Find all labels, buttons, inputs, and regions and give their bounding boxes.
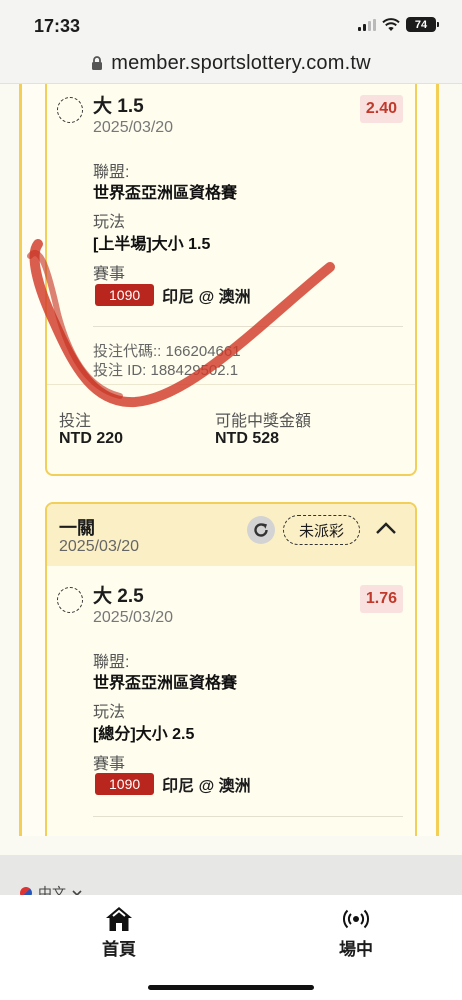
match-id-badge: 1090	[95, 773, 155, 795]
stake-value: NTD 220	[59, 430, 124, 447]
status-bar: 17:33 74	[0, 0, 462, 44]
market-label: 玩法	[93, 214, 126, 231]
radio-icon[interactable]	[57, 97, 83, 123]
url-bar[interactable]: member.sportslottery.com.tw	[0, 44, 462, 84]
live-icon	[343, 909, 369, 929]
status-time: 17:33	[34, 16, 81, 36]
selection-name: 大 1.5	[93, 96, 144, 117]
bet-selection[interactable]: 大 1.5 2025/03/20	[57, 96, 173, 138]
refresh-icon	[254, 523, 268, 537]
market-value: [總分]大小 2.5	[93, 726, 195, 743]
wifi-icon	[382, 17, 400, 31]
match-row: 1090 印尼 @ 澳洲	[95, 283, 251, 307]
language-selector[interactable]: 中文	[20, 883, 82, 895]
signal-icon	[358, 18, 376, 31]
match-row: 1090 印尼 @ 澳洲	[95, 772, 251, 796]
tab-home-label: 首頁	[102, 940, 136, 959]
screen: 17:33 74 member.sportslottery.com.tw 大 1…	[0, 0, 462, 1000]
league-value: 世界盃亞洲區資格賽	[93, 675, 238, 692]
selection-date: 2025/03/20	[93, 119, 174, 136]
selection-date: 2025/03/20	[93, 609, 174, 626]
bet-card: 大 1.5 2025/03/20 2.40 聯盟: 世界盃亞洲區資格賽 玩法 […	[45, 84, 417, 476]
market-value: [上半場]大小 1.5	[93, 236, 211, 253]
tab-live[interactable]: 場中	[339, 905, 373, 960]
match-name: 印尼 @ 澳洲	[162, 289, 251, 306]
stake-summary: 投注 NTD 220 可能中獎金額 NTD 528	[47, 384, 415, 464]
radio-icon[interactable]	[57, 587, 83, 613]
market-label: 玩法	[93, 704, 126, 721]
stake-label: 投注	[59, 413, 92, 430]
payout-status-badge: 未派彩	[283, 515, 361, 545]
refresh-button[interactable]	[247, 516, 275, 544]
chevron-up-icon[interactable]	[375, 520, 397, 536]
event-label: 賽事	[93, 756, 126, 773]
match-name: 印尼 @ 澳洲	[162, 778, 251, 795]
potential-win-label: 可能中獎金額	[215, 413, 312, 430]
bet-history-content[interactable]: 大 1.5 2025/03/20 2.40 聯盟: 世界盃亞洲區資格賽 玩法 […	[0, 84, 462, 836]
parlay-date: 2025/03/20	[59, 538, 140, 555]
bet-code: 投注代碼:: 166204661	[93, 343, 241, 360]
potential-win-value: NTD 528	[215, 430, 280, 447]
language-label: 中文	[38, 885, 66, 895]
bet-id: 投注 ID: 188429502.1	[93, 362, 239, 379]
battery-icon: 74	[406, 17, 439, 32]
language-bar[interactable]: 中文	[0, 855, 462, 895]
home-indicator[interactable]	[148, 985, 314, 990]
status-icons: 74	[358, 17, 439, 32]
match-id-badge: 1090	[95, 284, 155, 306]
tab-live-label: 場中	[339, 940, 373, 959]
odds-badge: 1.76	[359, 585, 403, 613]
tab-home[interactable]: 首頁	[102, 905, 136, 960]
divider	[93, 816, 403, 817]
parlay-title: 一關	[59, 518, 95, 538]
divider	[93, 326, 403, 327]
url-text: member.sportslottery.com.tw	[111, 52, 371, 74]
flag-icon	[20, 887, 32, 895]
lock-icon	[92, 56, 103, 70]
event-label: 賽事	[93, 266, 126, 283]
odds-badge: 2.40	[359, 95, 403, 123]
bet-selection[interactable]: 大 2.5 2025/03/20	[57, 586, 173, 628]
selection-name: 大 2.5	[93, 586, 144, 607]
league-value: 世界盃亞洲區資格賽	[93, 185, 238, 202]
parlay-header[interactable]: 一關 2025/03/20 未派彩	[47, 504, 415, 566]
bet-card: 一關 2025/03/20 未派彩 大 2.5 2025/03/20 1.76 …	[45, 502, 417, 836]
home-icon	[106, 907, 132, 931]
